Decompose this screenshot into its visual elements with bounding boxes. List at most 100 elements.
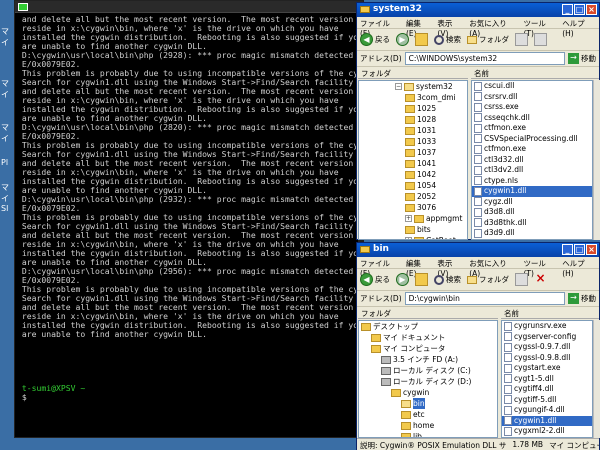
- minimize-button[interactable]: _: [562, 4, 573, 15]
- tree-item[interactable]: ローカル ディスク (C:): [359, 365, 497, 376]
- file-item[interactable]: cygz.dll: [472, 197, 592, 208]
- file-item[interactable]: d3d8.dll: [472, 207, 592, 218]
- desktop-icon-label[interactable]: Sl: [1, 204, 8, 213]
- menu-item[interactable]: ファイル(F): [360, 18, 400, 38]
- tree-item[interactable]: 1033: [359, 136, 467, 147]
- maximize-button[interactable]: □: [574, 4, 585, 15]
- tree-item[interactable]: 1037: [359, 147, 467, 158]
- address-input[interactable]: C:\WINDOWS\system32: [404, 52, 565, 65]
- tree-item[interactable]: bits: [359, 224, 467, 235]
- menu-item[interactable]: ツール(T): [523, 258, 556, 278]
- menu-item[interactable]: お気に入り(A): [469, 18, 517, 38]
- menu-item[interactable]: 編集(E): [406, 18, 431, 38]
- tree-item[interactable]: マイ ドキュメント: [359, 332, 497, 343]
- desktop-icon-label[interactable]: マイ: [1, 78, 14, 100]
- window-title-bar[interactable]: system32 _ □ ×: [357, 3, 599, 17]
- file-item[interactable]: cygtiff-5.dll: [502, 395, 592, 406]
- up-folder-icon[interactable]: [415, 273, 428, 286]
- file-list-scrollbar[interactable]: [593, 80, 600, 240]
- tree-item[interactable]: home: [359, 420, 497, 431]
- tree-item[interactable]: cygwin: [359, 387, 497, 398]
- tree-item[interactable]: マイ コンピュータ: [359, 343, 497, 354]
- move-to-icon[interactable]: [515, 33, 528, 46]
- file-item[interactable]: csseqchk.dll: [472, 113, 592, 124]
- go-button[interactable]: → 移動: [568, 53, 596, 64]
- tree-item[interactable]: 3.5 インチ FD (A:): [359, 354, 497, 365]
- menu-item[interactable]: 表示(V): [437, 258, 463, 278]
- desktop-icon-label[interactable]: マイ: [1, 122, 14, 144]
- up-folder-icon[interactable]: [415, 33, 428, 46]
- file-list-scrollbar[interactable]: [593, 320, 600, 438]
- desktop-icon-label[interactable]: マイ: [1, 26, 14, 48]
- collapse-toggle-icon[interactable]: −: [395, 83, 402, 90]
- file-item[interactable]: cscui.dll: [472, 81, 592, 92]
- folders-button[interactable]: フォルダ: [467, 274, 509, 285]
- move-to-icon[interactable]: [515, 273, 528, 286]
- delete-icon[interactable]: ×: [534, 272, 547, 286]
- tree-item[interactable]: 1031: [359, 125, 467, 136]
- window-title-bar[interactable]: bin _ □ ×: [357, 243, 599, 257]
- file-item[interactable]: cygtiff4.dll: [502, 384, 592, 395]
- file-item[interactable]: cygrunsrv.exe: [502, 321, 592, 332]
- tree-item[interactable]: 3com_dmi: [359, 92, 467, 103]
- file-item[interactable]: cygxml2-2.dll: [502, 426, 592, 437]
- menu-item[interactable]: 編集(E): [406, 258, 431, 278]
- tree-item[interactable]: 1054: [359, 180, 467, 191]
- tree-item[interactable]: − system32: [359, 81, 467, 92]
- expand-toggle-icon[interactable]: +: [405, 237, 412, 239]
- minimize-button[interactable]: _: [562, 244, 573, 255]
- go-button[interactable]: → 移動: [568, 293, 596, 304]
- menu-item[interactable]: ヘルプ(H): [562, 18, 596, 38]
- search-button[interactable]: 検索: [434, 34, 461, 45]
- close-button[interactable]: ×: [586, 244, 597, 255]
- file-item[interactable]: cygwin1.dll: [472, 186, 592, 197]
- search-button[interactable]: 検索: [434, 274, 461, 285]
- file-item[interactable]: d3d8thk.dll: [472, 218, 592, 229]
- tree-item[interactable]: 2052: [359, 191, 467, 202]
- desktop-icon-label[interactable]: マイ: [1, 182, 14, 204]
- file-item[interactable]: csrss.exe: [472, 102, 592, 113]
- tree-item[interactable]: bin: [359, 398, 497, 409]
- file-item[interactable]: cygserver-config: [502, 332, 592, 343]
- file-item[interactable]: ctl3d32.dll: [472, 155, 592, 166]
- file-item[interactable]: d3d9caps.dat: [472, 239, 592, 240]
- tree-item[interactable]: 1025: [359, 103, 467, 114]
- copy-to-icon[interactable]: [534, 33, 547, 46]
- tree-item[interactable]: デスクトップ: [359, 321, 497, 332]
- file-item[interactable]: d3d9.dll: [472, 228, 592, 239]
- menu-item[interactable]: お気に入り(A): [469, 258, 517, 278]
- tree-item[interactable]: 1042: [359, 169, 467, 180]
- tree-item[interactable]: + appmgmt: [359, 213, 467, 224]
- maximize-button[interactable]: □: [574, 244, 585, 255]
- file-item[interactable]: cygungif-4.dll: [502, 405, 592, 416]
- tree-item[interactable]: 1028: [359, 114, 467, 125]
- tree-item[interactable]: etc: [359, 409, 497, 420]
- files-column-header[interactable]: 名前: [471, 67, 599, 79]
- tree-item[interactable]: 1041: [359, 158, 467, 169]
- forward-button[interactable]: ▶: [396, 273, 409, 286]
- terminal-output[interactable]: and delete all but the most recent versi…: [17, 15, 363, 435]
- file-item[interactable]: CSVSpecialProcessing.dll: [472, 134, 592, 145]
- menu-item[interactable]: 表示(V): [437, 18, 463, 38]
- folders-button[interactable]: フォルダ: [467, 34, 509, 45]
- menu-item[interactable]: ヘルプ(H): [562, 258, 596, 278]
- file-item[interactable]: cygstart.exe: [502, 363, 592, 374]
- address-input[interactable]: D:\cygwin\bin: [404, 292, 565, 305]
- tree-item[interactable]: 3076: [359, 202, 467, 213]
- tree-item[interactable]: ローカル ディスク (D:): [359, 376, 497, 387]
- file-item[interactable]: cygssl-0.9.7.dll: [502, 342, 592, 353]
- back-button[interactable]: ◀ 戻る: [360, 273, 390, 286]
- file-item[interactable]: ctype.nls: [472, 176, 592, 187]
- expand-toggle-icon[interactable]: +: [405, 215, 412, 222]
- file-item[interactable]: cygssl-0.9.8.dll: [502, 353, 592, 364]
- menu-item[interactable]: ファイル(F): [360, 258, 400, 278]
- file-item[interactable]: ctl3dv2.dll: [472, 165, 592, 176]
- tree-item[interactable]: lib: [359, 431, 497, 437]
- terminal-title-bar[interactable]: [15, 1, 363, 13]
- file-item[interactable]: cygt1-5.dll: [502, 374, 592, 385]
- tree-item[interactable]: + CatRoot: [359, 235, 467, 239]
- file-item[interactable]: ctfmon.exe: [472, 123, 592, 134]
- menu-item[interactable]: ツール(T): [523, 18, 556, 38]
- terminal-window[interactable]: and delete all but the most recent versi…: [14, 0, 364, 438]
- file-item[interactable]: cygwin1.dll: [502, 415, 592, 426]
